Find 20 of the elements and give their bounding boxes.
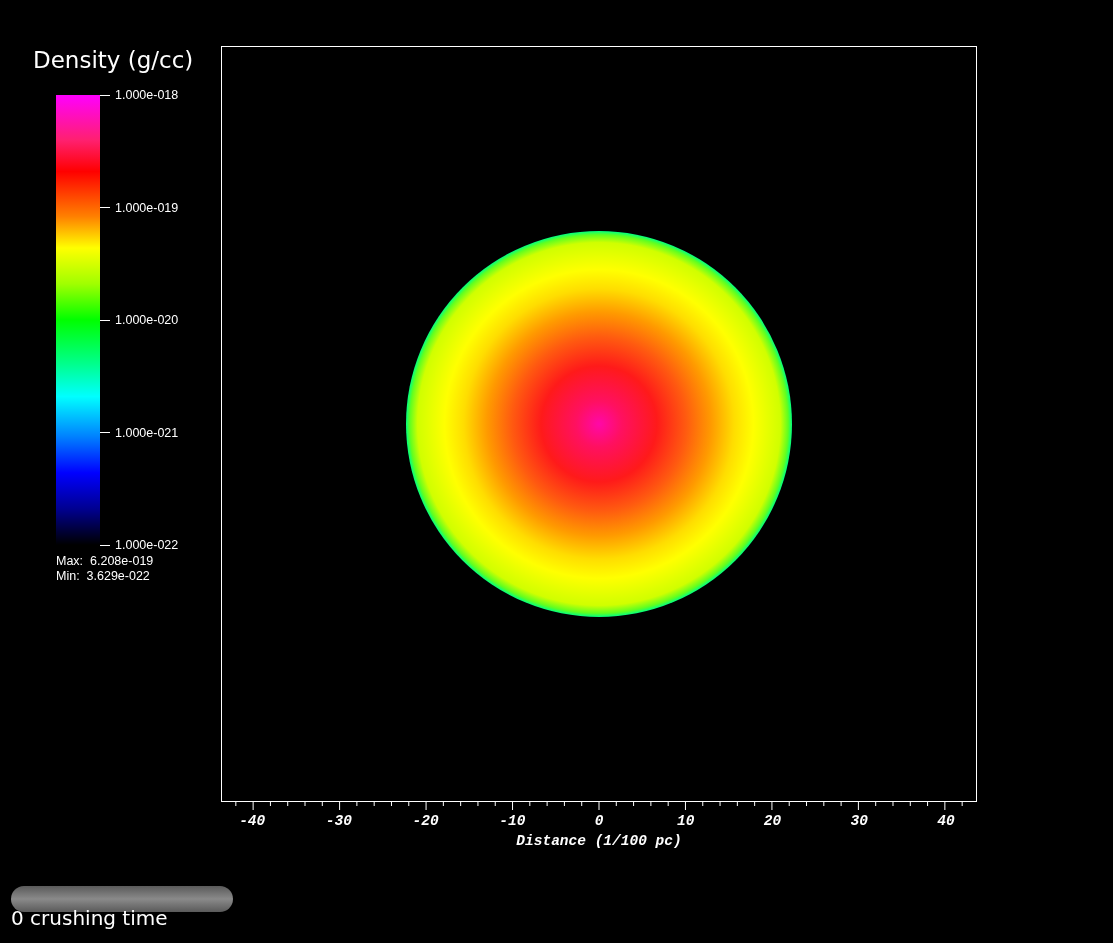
min-value: Min: 3.629e-022 <box>56 569 151 584</box>
axis-tick-label: -20 <box>412 813 439 829</box>
time-slider[interactable] <box>11 886 233 912</box>
axis-tick-label: -40 <box>239 813 266 829</box>
scale-label: 1.000e-020 <box>115 313 179 327</box>
axis-tick-label: -10 <box>499 813 526 829</box>
axis-tick-label: 30 <box>850 813 868 829</box>
scale-label: 1.000e-018 <box>115 88 179 102</box>
max-value: Max: 6.208e-019 <box>56 554 155 569</box>
axis-tick-label: 10 <box>677 813 695 829</box>
scale-label: 1.000e-022 <box>115 538 179 552</box>
axis-tick-label: 40 <box>937 813 955 829</box>
scale-label: 1.000e-019 <box>115 200 179 215</box>
axis-tick-label: -30 <box>325 813 352 829</box>
time-label: 0 crushing time <box>11 906 169 930</box>
legend-title: Density (g/cc) <box>33 46 195 74</box>
scale-label: 1.000e-021 <box>115 425 179 440</box>
axis-title: Distance (1/100 pc) <box>515 833 683 849</box>
axis-tick-label: 20 <box>763 813 782 829</box>
axis-tick-label: 0 <box>594 813 604 829</box>
